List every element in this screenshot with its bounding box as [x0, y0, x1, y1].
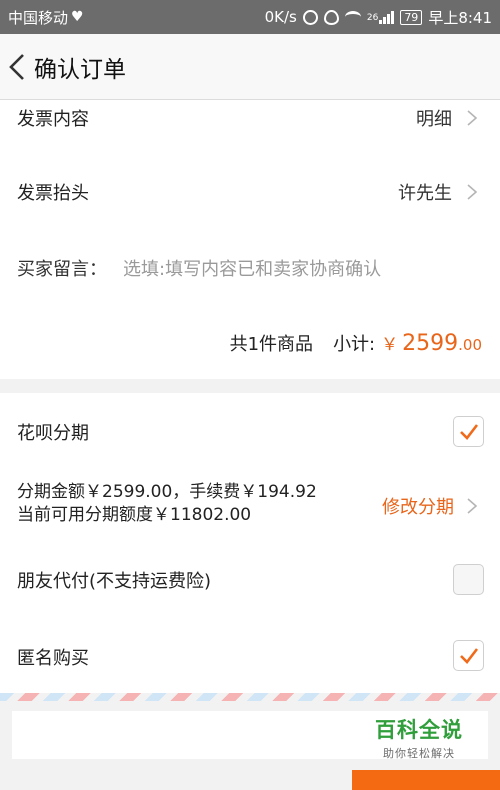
- alarm-icon: [302, 9, 318, 25]
- invoice-content-value: 明细: [416, 109, 452, 130]
- checkmark-icon: [459, 647, 478, 664]
- huabei-checkbox[interactable]: [453, 416, 484, 447]
- invoice-title-label: 发票抬头: [17, 183, 89, 204]
- invoice-section: 发票内容 明细 发票抬头 许先生 买家留言： 选填:填写内容已和卖家协商确认 共…: [0, 100, 500, 379]
- invoice-title-value: 许先生: [398, 183, 452, 204]
- watermark-subtitle: 助你轻松解决: [383, 747, 455, 760]
- huabei-label: 花呗分期: [17, 423, 89, 444]
- huabei-row: 花呗分期: [0, 415, 500, 449]
- page-title: 确认订单: [34, 56, 126, 83]
- invoice-content-label: 发票内容: [17, 109, 89, 130]
- friend-pay-label: 朋友代付(不支持运费险): [17, 571, 212, 592]
- chevron-right-icon: [467, 184, 478, 200]
- battery-indicator: 79: [400, 9, 423, 25]
- subtotal: 共1件商品 小计: ￥ 2599.00: [230, 330, 482, 356]
- invoice-title-row[interactable]: 发票抬头 许先生: [0, 172, 500, 212]
- clock: 早上8:41: [428, 8, 492, 27]
- carrier-name: 中国移动: [8, 8, 69, 27]
- anonymous-label: 匿名购买: [17, 648, 89, 669]
- invoice-content-row[interactable]: 发票内容 明细: [0, 100, 500, 136]
- price-integer: 2599: [402, 331, 459, 356]
- submit-order-button[interactable]: [352, 770, 500, 790]
- chevron-right-icon: [467, 498, 478, 514]
- buyer-note-input[interactable]: 选填:填写内容已和卖家协商确认: [123, 255, 381, 281]
- eye-icon: [323, 9, 339, 25]
- anonymous-checkbox[interactable]: [453, 640, 484, 671]
- payment-options-section: 花呗分期 分期金额￥2599.00，手续费￥194.92 当前可用分期额度￥11…: [0, 393, 500, 693]
- installment-info: 分期金额￥2599.00，手续费￥194.92 当前可用分期额度￥11802.0…: [17, 481, 317, 527]
- chevron-right-icon: [467, 110, 478, 126]
- modify-installment-label: 修改分期: [382, 497, 454, 518]
- heart-icon: ♥: [71, 9, 84, 25]
- network-type: 26: [366, 12, 379, 23]
- friend-pay-row: 朋友代付(不支持运费险): [0, 563, 500, 597]
- anonymous-row: 匿名购买: [0, 640, 500, 674]
- installment-credit: 当前可用分期额度￥11802.00: [17, 505, 252, 525]
- subtotal-price: ￥ 2599.00: [381, 330, 482, 356]
- modify-installment-button[interactable]: 修改分期: [382, 493, 478, 519]
- signal-icon: [379, 10, 395, 24]
- subtotal-label: 小计:: [333, 334, 376, 355]
- buyer-note-row: 买家留言： 选填:填写内容已和卖家协商确认: [0, 248, 500, 288]
- installment-amount: 分期金额￥2599.00，手续费￥194.92: [17, 482, 317, 502]
- price-decimal: .00: [458, 336, 482, 354]
- carrier-group: 中国移动 ♥: [8, 7, 84, 28]
- status-right: 0K/s 26 79 早上8:41: [265, 7, 492, 28]
- friend-pay-checkbox[interactable]: [453, 564, 484, 595]
- network-speed: 0K/s: [264, 8, 297, 26]
- checkmark-icon: [459, 423, 478, 440]
- currency-symbol: ￥: [381, 335, 399, 355]
- back-arrow-icon: [9, 53, 24, 80]
- watermark-logo: 百科全说 助你轻松解决: [364, 714, 474, 761]
- buyer-note-label: 买家留言：: [17, 259, 107, 280]
- envelope-border: [0, 693, 500, 701]
- back-button[interactable]: [2, 37, 32, 97]
- watermark-title: 百科全说: [375, 718, 463, 742]
- wifi-icon: [344, 11, 361, 23]
- top-nav: 确认订单: [0, 34, 500, 100]
- item-count: 共1件商品: [229, 334, 314, 355]
- status-bar: 中国移动 ♥ 0K/s 26 79 早上8:41: [0, 0, 500, 34]
